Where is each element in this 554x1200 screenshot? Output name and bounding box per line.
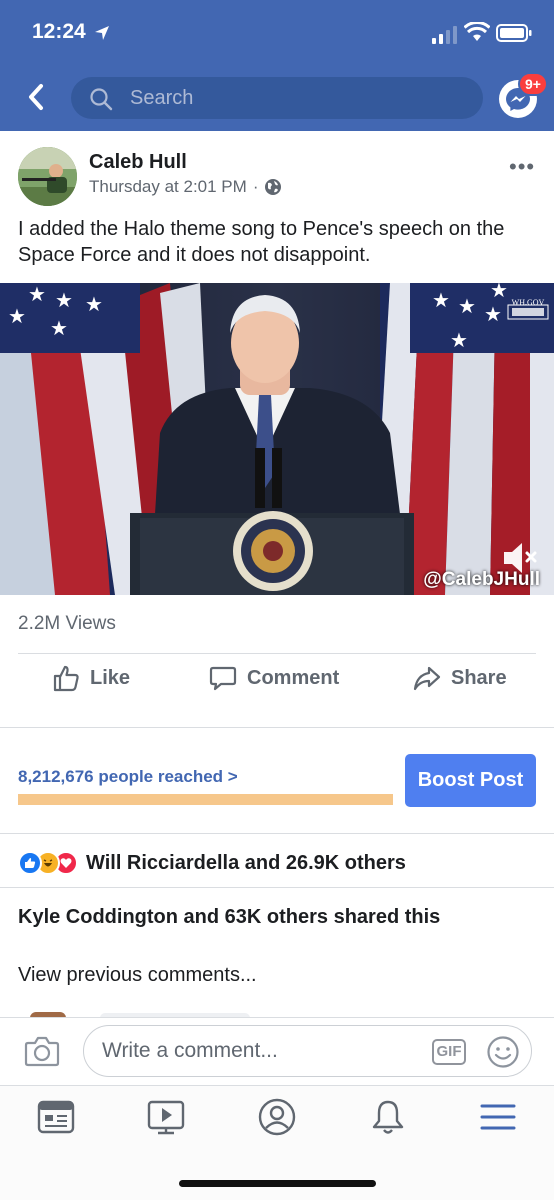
comment-label: Comment <box>247 666 340 689</box>
view-previous-comments-link[interactable]: View previous comments... <box>18 964 257 987</box>
like-label: Like <box>90 666 131 689</box>
share-label: Share <box>451 666 507 689</box>
reach-progress-bar <box>18 794 393 805</box>
video-frame: ★ ★ ★ ★ ★ ★ ★ ★ ★ ★ <box>0 283 554 595</box>
svg-text:★: ★ <box>432 288 450 312</box>
like-button[interactable]: Like <box>52 664 130 692</box>
svg-text:★: ★ <box>450 328 468 352</box>
battery-icon <box>496 24 532 42</box>
gif-button[interactable]: GIF <box>432 1039 466 1065</box>
reactions-summary[interactable]: Will Ricciardella and 26.9K others <box>18 851 406 875</box>
meta-separator: · <box>252 177 259 196</box>
search-icon <box>90 88 113 111</box>
thumbs-up-icon <box>53 665 79 692</box>
camera-icon[interactable] <box>24 1035 60 1067</box>
home-indicator[interactable] <box>179 1180 376 1187</box>
author-avatar[interactable] <box>18 147 77 206</box>
svg-text:★: ★ <box>484 302 502 326</box>
more-options-icon[interactable]: ••• <box>509 154 535 180</box>
notifications-bell-icon[interactable] <box>368 1097 408 1137</box>
chevron-right-icon: > <box>227 767 238 786</box>
boost-post-button[interactable]: Boost Post <box>405 754 536 807</box>
video-player[interactable]: ★ ★ ★ ★ ★ ★ ★ ★ ★ ★ @CalebJHull <box>0 283 554 595</box>
svg-text:★: ★ <box>50 316 68 340</box>
people-reached-link[interactable]: 8,212,676 people reached > <box>18 767 238 787</box>
emoji-icon[interactable] <box>486 1035 520 1069</box>
comment-bubble-icon <box>209 666 237 691</box>
divider <box>18 653 536 654</box>
location-arrow-icon <box>95 26 109 40</box>
comment-button[interactable]: Comment <box>209 664 339 692</box>
like-reaction-icon <box>18 851 42 875</box>
wifi-icon <box>464 22 490 41</box>
comment-input[interactable]: Write a comment... GIF <box>83 1025 532 1077</box>
svg-text:★: ★ <box>8 304 26 328</box>
comment-placeholder: Write a comment... <box>102 1039 278 1062</box>
post-timestamp[interactable]: Thursday at 2:01 PM <box>89 177 247 197</box>
cellular-signal-icon <box>432 26 457 44</box>
watch-video-icon[interactable] <box>146 1097 186 1137</box>
post-actions: Like Comment Share <box>0 664 554 704</box>
divider <box>0 727 554 728</box>
menu-hamburger-icon[interactable] <box>478 1097 518 1137</box>
svg-text:★: ★ <box>458 294 476 318</box>
back-chevron-icon[interactable] <box>22 82 52 112</box>
wh-gov-logo: WH.GOV <box>511 298 545 307</box>
shares-text[interactable]: Kyle Coddington and 63K others shared th… <box>18 906 440 929</box>
share-arrow-icon <box>413 666 441 691</box>
post-text: I added the Halo theme song to Pence's s… <box>18 218 505 266</box>
status-time: 12:24 <box>32 20 86 43</box>
post-meta: Thursday at 2:01 PM · <box>89 177 282 197</box>
views-count: 2.2M Views <box>18 613 116 634</box>
globe-icon <box>265 179 282 195</box>
profile-icon[interactable] <box>257 1097 297 1137</box>
muted-speaker-icon[interactable] <box>502 541 538 575</box>
reactions-text: Will Ricciardella and 26.9K others <box>86 851 406 874</box>
people-reached-text: 8,212,676 people reached <box>18 767 224 786</box>
news-feed-icon[interactable] <box>36 1097 76 1137</box>
messenger-badge: 9+ <box>518 72 548 96</box>
search-bar[interactable]: Search <box>71 77 483 119</box>
svg-text:★: ★ <box>55 288 73 312</box>
top-header: 12:24 Search 9+ <box>0 0 554 131</box>
divider <box>0 833 554 834</box>
podium <box>130 511 414 595</box>
svg-text:★: ★ <box>28 283 46 306</box>
author-name[interactable]: Caleb Hull <box>89 151 187 174</box>
divider <box>0 887 554 888</box>
share-button[interactable]: Share <box>413 664 507 692</box>
search-placeholder: Search <box>130 87 194 109</box>
svg-text:★: ★ <box>85 292 103 316</box>
